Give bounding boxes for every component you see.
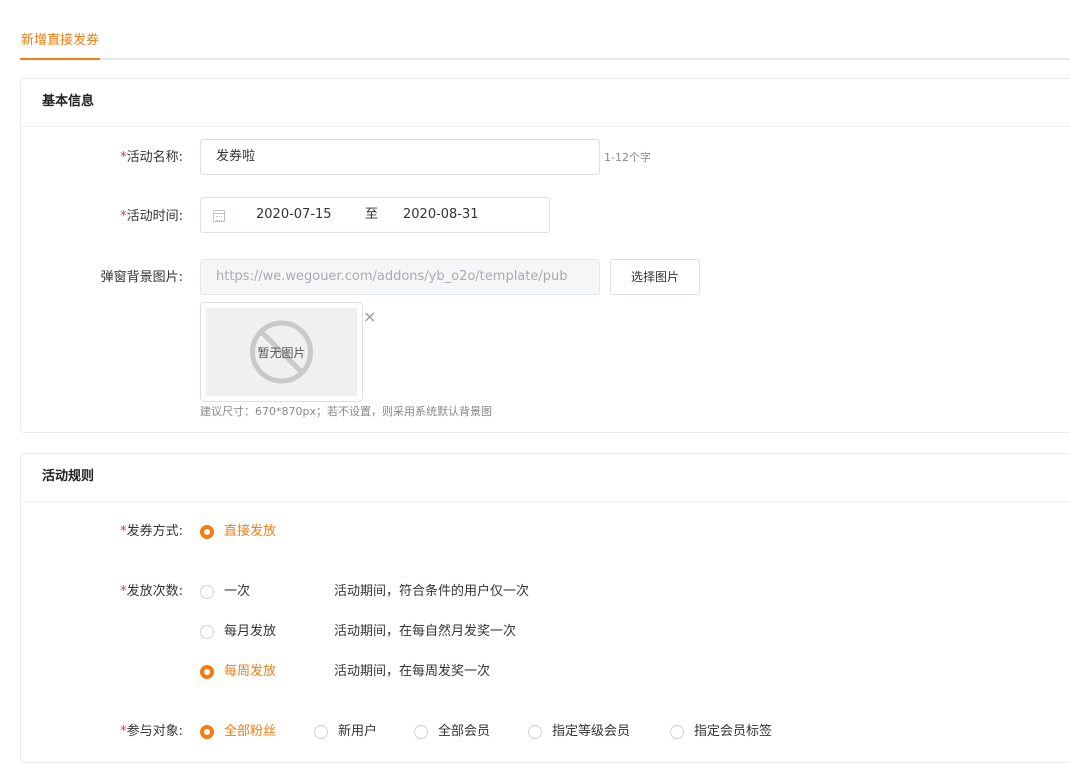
radio-weekly-label: 每周发放 bbox=[224, 664, 277, 679]
radio-monthly-label: 每月发放 bbox=[224, 624, 277, 639]
basic-info-title: 基本信息 bbox=[21, 79, 1070, 127]
basic-info-card: 基本信息 *活动名称: 发券啦 1-12个字 *活动时间: 2020-07-15… bbox=[20, 78, 1070, 433]
activity-name-value: 发券啦 bbox=[216, 149, 256, 164]
select-image-button[interactable]: 选择图片 bbox=[610, 259, 700, 295]
radio-all-members-label: 全部会员 bbox=[438, 724, 491, 739]
radio-level-members-label: 指定等级会员 bbox=[552, 724, 631, 739]
target-label-text: 参与对象: bbox=[126, 724, 183, 739]
close-icon[interactable]: × bbox=[363, 309, 376, 325]
radio-new-users-label: 新用户 bbox=[338, 724, 378, 739]
radio-monthly[interactable]: 每月发放 活动期间，在每自然月发奖一次 bbox=[200, 622, 600, 642]
radio-weekly[interactable]: 每周发放 活动期间，在每周发奖一次 bbox=[200, 662, 600, 682]
popup-bg-url-input: https://we.wegouer.com/addons/yb_o2o/tem… bbox=[200, 259, 600, 295]
radio-once-label: 一次 bbox=[224, 584, 251, 599]
radio-checked-icon bbox=[200, 525, 214, 539]
page: 新增直接发券 基本信息 *活动名称: 发券啦 1-12个字 *活动时间: 202… bbox=[0, 0, 1070, 775]
activity-time-label: *活动时间: bbox=[21, 207, 183, 227]
popup-bg-hint: 建议尺寸：670*870px；若不设置，则采用系统默认背景图 bbox=[200, 405, 492, 418]
date-end[interactable]: 2020-08-31 bbox=[403, 198, 479, 232]
image-preview: 暂无图片 bbox=[200, 302, 363, 402]
tab-add-direct-coupon[interactable]: 新增直接发券 bbox=[20, 31, 101, 60]
tab-bar: 新增直接发券 bbox=[20, 0, 1070, 60]
radio-once[interactable]: 一次 活动期间，符合条件的用户仅一次 bbox=[200, 582, 600, 602]
activity-rules-title: 活动规则 bbox=[21, 454, 1070, 502]
activity-name-hint: 1-12个字 bbox=[604, 151, 651, 164]
radio-all-members[interactable]: 全部会员 bbox=[414, 722, 514, 742]
radio-level-members[interactable]: 指定等级会员 bbox=[528, 722, 658, 742]
issue-times-label-text: 发放次数: bbox=[126, 584, 183, 599]
popup-bg-label: 弹窗背景图片: bbox=[100, 270, 183, 285]
radio-unchecked-icon bbox=[414, 725, 428, 739]
image-placeholder: 暂无图片 bbox=[206, 308, 357, 396]
activity-time-range-picker[interactable]: 2020-07-15 至 2020-08-31 bbox=[200, 197, 550, 233]
radio-monthly-desc: 活动期间，在每自然月发奖一次 bbox=[334, 624, 517, 639]
radio-checked-icon bbox=[200, 725, 214, 739]
radio-member-tags-label: 指定会员标签 bbox=[694, 724, 773, 739]
target-label: *参与对象: bbox=[21, 722, 183, 742]
issue-times-label: *发放次数: bbox=[21, 582, 183, 602]
radio-unchecked-icon bbox=[528, 725, 542, 739]
issue-method-label: *发券方式: bbox=[21, 522, 183, 542]
activity-name-input[interactable]: 发券啦 bbox=[200, 139, 600, 175]
activity-rules-card: 活动规则 *发券方式: 直接发放 *发放次数: 一次 活动期间，符合条件的用户仅… bbox=[20, 453, 1070, 763]
popup-bg-url-value: https://we.wegouer.com/addons/yb_o2o/tem… bbox=[216, 269, 568, 284]
date-start[interactable]: 2020-07-15 bbox=[256, 198, 332, 232]
radio-unchecked-icon bbox=[200, 625, 214, 639]
activity-name-label: *活动名称: bbox=[21, 148, 183, 168]
radio-new-users[interactable]: 新用户 bbox=[314, 722, 404, 742]
radio-once-desc: 活动期间，符合条件的用户仅一次 bbox=[334, 584, 530, 599]
radio-all-fans-label: 全部粉丝 bbox=[224, 724, 277, 739]
radio-unchecked-icon bbox=[200, 585, 214, 599]
radio-unchecked-icon bbox=[314, 725, 328, 739]
radio-all-fans[interactable]: 全部粉丝 bbox=[200, 722, 300, 742]
radio-weekly-desc: 活动期间，在每周发奖一次 bbox=[334, 664, 491, 679]
calendar-icon bbox=[213, 210, 225, 222]
no-image-text: 暂无图片 bbox=[257, 346, 306, 360]
activity-name-label-text: 活动名称: bbox=[126, 150, 183, 165]
radio-member-tags[interactable]: 指定会员标签 bbox=[670, 722, 800, 742]
radio-checked-icon bbox=[200, 665, 214, 679]
date-separator: 至 bbox=[365, 207, 379, 222]
radio-direct-issue-label: 直接发放 bbox=[224, 524, 277, 539]
issue-method-label-text: 发券方式: bbox=[126, 524, 183, 539]
radio-unchecked-icon bbox=[670, 725, 684, 739]
radio-direct-issue[interactable]: 直接发放 bbox=[200, 522, 400, 542]
activity-time-label-text: 活动时间: bbox=[126, 209, 183, 224]
